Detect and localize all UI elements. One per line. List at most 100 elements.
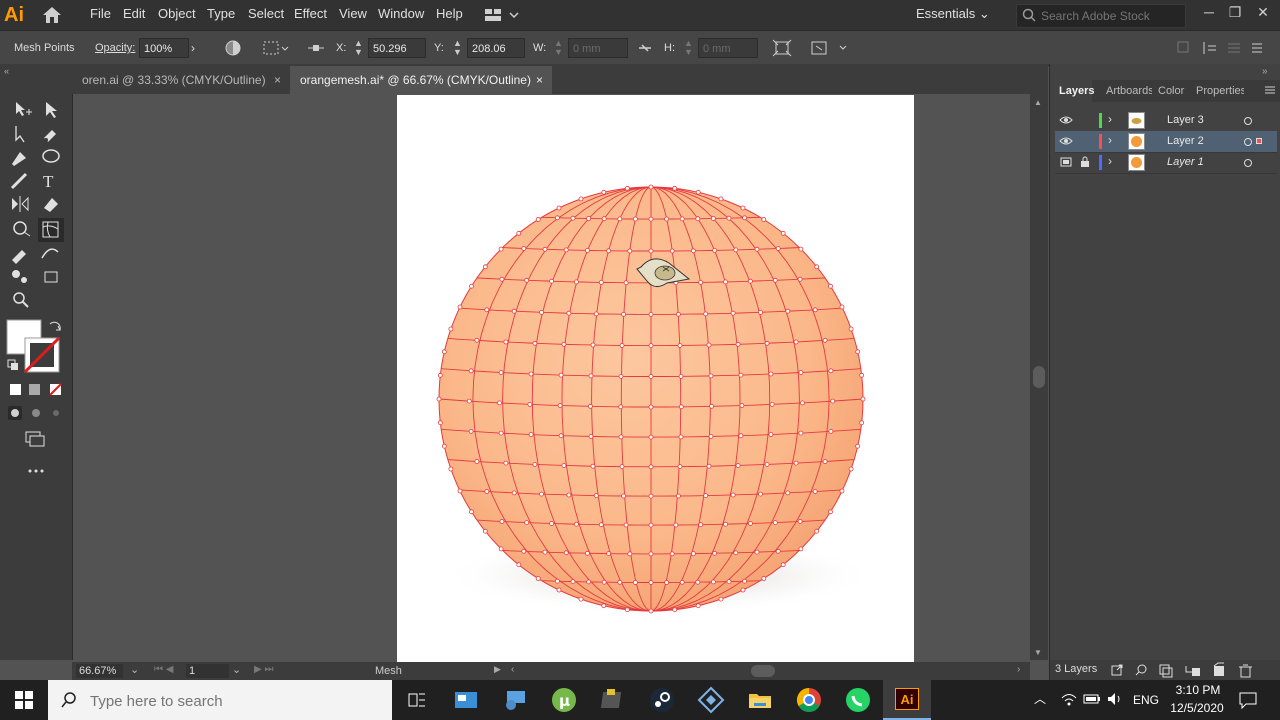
layer-name[interactable]: Layer 3: [1167, 110, 1204, 131]
stock-search[interactable]: [1016, 4, 1186, 28]
clipping-mask-icon[interactable]: [1159, 664, 1173, 678]
new-layer-icon[interactable]: [1213, 662, 1224, 676]
selection-indicator[interactable]: [1256, 138, 1262, 144]
curvature-tool-icon[interactable]: [44, 130, 56, 142]
transform-icon[interactable]: [772, 39, 792, 57]
close-button[interactable]: ✕: [1252, 2, 1274, 24]
minimize-button[interactable]: ─: [1198, 2, 1220, 24]
first-artboard-icon[interactable]: ⏮ ◀: [154, 664, 173, 675]
layer-name[interactable]: Layer 2: [1167, 131, 1204, 152]
utorrent-icon[interactable]: µ: [550, 686, 578, 714]
reference-point-icon[interactable]: [306, 39, 326, 57]
tab-orangemesh[interactable]: orangemesh.ai* @ 66.67% (CMYK/Outline) ×: [290, 66, 552, 94]
chevron-right-icon[interactable]: ›: [1108, 112, 1112, 126]
outline-view-icon[interactable]: [1059, 156, 1073, 171]
align-icon[interactable]: [262, 39, 290, 57]
recolor-icon[interactable]: [224, 39, 242, 57]
hscroll-thumb[interactable]: [751, 665, 775, 677]
lock-icon[interactable]: [1080, 156, 1090, 171]
whatsapp-icon[interactable]: [844, 686, 872, 714]
eyedropper-tool-icon[interactable]: [12, 250, 26, 264]
steam-icon[interactable]: [648, 686, 676, 714]
default-colors-icon[interactable]: [7, 359, 18, 370]
app-99-icon[interactable]: [599, 686, 627, 714]
menu-window[interactable]: Window: [378, 0, 424, 30]
artboard-dropdown-icon[interactable]: ⌄: [232, 663, 241, 676]
y-stepper[interactable]: ▲ ▼: [453, 39, 465, 57]
taskbar-active-app[interactable]: Ai: [883, 680, 931, 720]
scroll-down-icon[interactable]: ▼: [1034, 648, 1042, 657]
taskbar-search-input[interactable]: [88, 690, 382, 712]
tab-properties[interactable]: Properties: [1196, 80, 1244, 102]
task-view-icon[interactable]: [403, 686, 431, 714]
vpn-app-icon[interactable]: [697, 686, 725, 714]
chevron-right-icon[interactable]: ›: [191, 39, 207, 57]
opacity-label[interactable]: Opacity:: [95, 31, 135, 65]
menu-edit[interactable]: Edit: [123, 0, 145, 30]
y-field[interactable]: 208.06 mm: [467, 38, 525, 75]
menu-type[interactable]: Type: [207, 0, 235, 30]
scroll-up-icon[interactable]: ▲: [1034, 98, 1042, 107]
export-icon[interactable]: [1111, 664, 1123, 676]
wifi-icon[interactable]: [1060, 690, 1078, 708]
stroke-swatch[interactable]: [23, 336, 61, 374]
arrange-documents-icon[interactable]: [484, 7, 520, 23]
scroll-right-icon[interactable]: ›: [1017, 664, 1020, 675]
taskbar-search[interactable]: [48, 680, 392, 720]
menu-file[interactable]: File: [90, 0, 111, 30]
w-stepper[interactable]: ▲ ▼: [554, 39, 566, 57]
more-tools-icon[interactable]: [28, 469, 44, 473]
symbol-sprayer-tool-icon[interactable]: [12, 270, 27, 283]
zoom-dropdown-icon[interactable]: ⌄: [130, 663, 139, 676]
menu-view[interactable]: View: [339, 0, 367, 30]
h-field[interactable]: 0 mm: [698, 38, 758, 58]
home-icon[interactable]: [40, 5, 64, 25]
chrome-icon[interactable]: [795, 686, 823, 714]
chevron-right-icon[interactable]: ›: [1108, 133, 1112, 147]
menu-select[interactable]: Select: [248, 0, 284, 30]
control-panel-icon[interactable]: [452, 686, 480, 714]
swap-fill-stroke-icon[interactable]: [49, 321, 61, 331]
draw-mode-icon[interactable]: [8, 406, 59, 420]
menu-effect[interactable]: Effect: [294, 0, 327, 30]
eye-icon[interactable]: [1059, 114, 1073, 129]
artboard-number-field[interactable]: 1: [186, 664, 229, 678]
tab-color[interactable]: Color: [1158, 80, 1184, 102]
artboard-tool-2-icon[interactable]: [44, 271, 58, 283]
panel-options-icons[interactable]: [1176, 40, 1266, 56]
tab-close-icon[interactable]: ×: [536, 66, 543, 94]
direct-selection-tool-icon[interactable]: [15, 126, 25, 143]
reflect-tool-icon[interactable]: [12, 196, 29, 212]
restore-button[interactable]: ❐: [1224, 2, 1246, 24]
blend-tool-icon[interactable]: [41, 248, 59, 259]
notification-icon[interactable]: [1238, 690, 1258, 710]
locate-object-icon[interactable]: [1135, 664, 1147, 676]
collapse-toolbar-icon[interactable]: «: [4, 66, 20, 76]
scroll-left-icon[interactable]: ‹: [511, 664, 514, 675]
trash-icon[interactable]: [1239, 664, 1252, 678]
file-explorer-icon[interactable]: [746, 686, 774, 714]
tab-artboards[interactable]: Artboards: [1106, 80, 1152, 102]
layer-name[interactable]: Layer 1: [1167, 152, 1204, 173]
orange-mesh-artwork[interactable]: [397, 95, 914, 662]
target-circle-icon[interactable]: [1243, 115, 1253, 125]
windows-start-icon[interactable]: [14, 690, 34, 710]
artboard[interactable]: [397, 95, 914, 662]
new-sublayer-icon[interactable]: [1185, 666, 1200, 676]
chevron-right-icon[interactable]: ›: [1108, 154, 1112, 168]
link-icon[interactable]: [636, 39, 654, 57]
layer-row[interactable]: › Layer 3: [1055, 110, 1277, 132]
tab-oren[interactable]: oren.ai @ 33.33% (CMYK/Outline) ×: [72, 66, 290, 94]
search-input[interactable]: [1039, 7, 1183, 25]
zoom-field[interactable]: 66.67%: [76, 664, 123, 678]
workspace-switcher[interactable]: Essentials ⌄: [916, 0, 990, 30]
warp-tool-icon[interactable]: [13, 221, 31, 237]
clock-time[interactable]: 3:10 PM: [1170, 683, 1226, 699]
pen-tool-icon[interactable]: [12, 152, 26, 166]
menu-object[interactable]: Object: [158, 0, 196, 30]
horizontal-scrollbar[interactable]: ‹ ›: [505, 662, 1030, 680]
target-circle-icon[interactable]: [1243, 157, 1253, 167]
w-field[interactable]: 0 mm: [568, 38, 628, 58]
scroll-thumb[interactable]: [1033, 366, 1045, 388]
h-stepper[interactable]: ▲ ▼: [684, 39, 696, 57]
